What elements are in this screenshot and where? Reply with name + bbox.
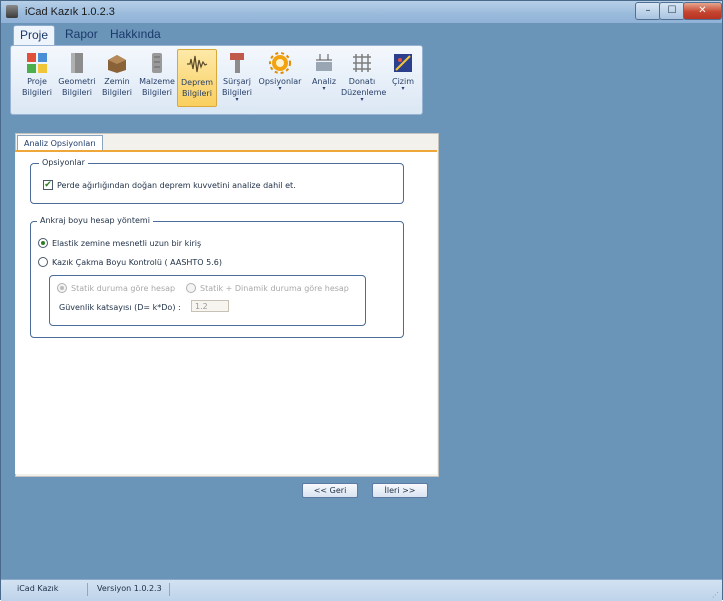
status-app-name: iCad Kazık [17, 584, 59, 593]
drawing-icon [391, 51, 415, 75]
anchor-method-legend: Ankraj boyu hesap yöntemi [37, 216, 153, 225]
options-button[interactable]: Opsiyonlar ▾ [257, 49, 303, 107]
soil-info-button[interactable]: Zemin Bilgileri [97, 49, 137, 107]
status-divider [87, 583, 88, 596]
ribbon-label: Bilgileri [182, 89, 212, 98]
earthquake-icon [185, 52, 209, 76]
chevron-down-icon: ▾ [278, 85, 282, 92]
radio-pile-driving-control[interactable] [38, 257, 48, 267]
drawing-button[interactable]: Çizim ▾ [385, 49, 421, 107]
material-info-button[interactable]: Malzeme Bilgileri [137, 49, 177, 107]
status-bar: iCad Kazık Versiyon 1.0.2.3 ⋰ [1, 579, 722, 601]
ribbon-label: Bilgileri [102, 88, 132, 97]
ribbon-label: Malzeme [139, 77, 175, 86]
material-icon [145, 51, 169, 75]
maximize-button[interactable]: ☐ [659, 2, 685, 20]
radio-static-dynamic[interactable] [186, 283, 196, 293]
close-button[interactable]: ✕ [683, 2, 722, 20]
radio-pile-driving-control-label[interactable]: Kazık Çakma Boyu Kontrolü ( AASHTO 5.6) [52, 258, 222, 267]
soil-icon [105, 51, 129, 75]
options-legend: Opsiyonlar [39, 158, 88, 167]
earthquake-force-checkbox[interactable]: ✔ [43, 180, 53, 190]
status-version: Versiyon 1.0.2.3 [97, 584, 162, 593]
analysis-icon [312, 51, 336, 75]
ribbon-label: Deprem [181, 78, 213, 87]
tab-hakkinda[interactable]: Hakkında [110, 25, 161, 44]
radio-elastic-beam[interactable] [38, 238, 48, 248]
ribbon-label: Geometri [58, 77, 96, 86]
back-button[interactable]: << Geri [302, 483, 358, 498]
app-window: iCad Kazık 1.0.2.3 – ☐ ✕ Proje Rapor Hak… [0, 0, 723, 601]
tab-rapor[interactable]: Rapor [65, 25, 98, 44]
chevron-down-icon: ▾ [360, 96, 364, 103]
radio-elastic-beam-label[interactable]: Elastik zemine mesnetli uzun bir kiriş [52, 239, 201, 248]
surcharge-icon [225, 51, 249, 75]
ribbon-label: Proje [27, 77, 47, 86]
tab-underline [15, 150, 437, 152]
geometry-info-button[interactable]: Geometri Bilgileri [57, 49, 97, 107]
safety-factor-label: Güvenlik katsayısı (D= k*Do) : [59, 303, 181, 312]
status-divider [169, 583, 170, 596]
rebar-edit-button[interactable]: Donatı Düzenleme ▾ [341, 49, 386, 107]
project-info-icon [25, 51, 49, 75]
radio-static[interactable] [57, 283, 67, 293]
geometry-icon [65, 51, 89, 75]
radio-static-dynamic-label[interactable]: Statik + Dinamik duruma göre hesap [200, 284, 349, 293]
chevron-down-icon: ▾ [235, 96, 239, 103]
ribbon-label: Zemin [104, 77, 130, 86]
ribbon-label: Sürşarj [222, 77, 252, 86]
surcharge-info-button[interactable]: Sürşarj Bilgileri ▾ [217, 49, 257, 107]
panel-tabstrip: Analiz Opsiyonları [15, 133, 437, 152]
ribbon-label: Bilgileri [142, 88, 172, 97]
chevron-down-icon: ▾ [401, 85, 405, 92]
safety-factor-input[interactable]: 1.2 [191, 300, 229, 312]
app-icon [6, 5, 18, 18]
earthquake-force-label[interactable]: Perde ağırlığından doğan deprem kuvvetin… [57, 181, 296, 190]
ribbon-panel: Proje Bilgileri Geometri Bilgileri Zemin… [10, 45, 423, 115]
tab-proje[interactable]: Proje [13, 25, 56, 45]
analysis-button[interactable]: Analiz ▾ [304, 49, 344, 107]
project-info-button[interactable]: Proje Bilgileri [17, 49, 57, 107]
ribbon-label: Donatı [348, 77, 376, 86]
resize-grip-icon[interactable]: ⋰ [712, 591, 719, 599]
options-gear-icon [268, 51, 292, 75]
tab-analysis-options[interactable]: Analiz Opsiyonları [17, 135, 103, 151]
rebar-icon [350, 51, 374, 75]
chevron-down-icon: ▾ [322, 85, 326, 92]
next-button[interactable]: İleri >> [372, 483, 428, 498]
minimize-button[interactable]: – [635, 2, 661, 20]
ribbon-label: Bilgileri [62, 88, 92, 97]
radio-static-label[interactable]: Statik duruma göre hesap [71, 284, 175, 293]
window-title: iCad Kazık 1.0.2.3 [25, 6, 115, 18]
earthquake-info-button[interactable]: Deprem Bilgileri [177, 49, 217, 107]
ribbon-label: Bilgileri [22, 88, 52, 97]
title-bar[interactable]: iCad Kazık 1.0.2.3 – ☐ ✕ [1, 1, 722, 23]
